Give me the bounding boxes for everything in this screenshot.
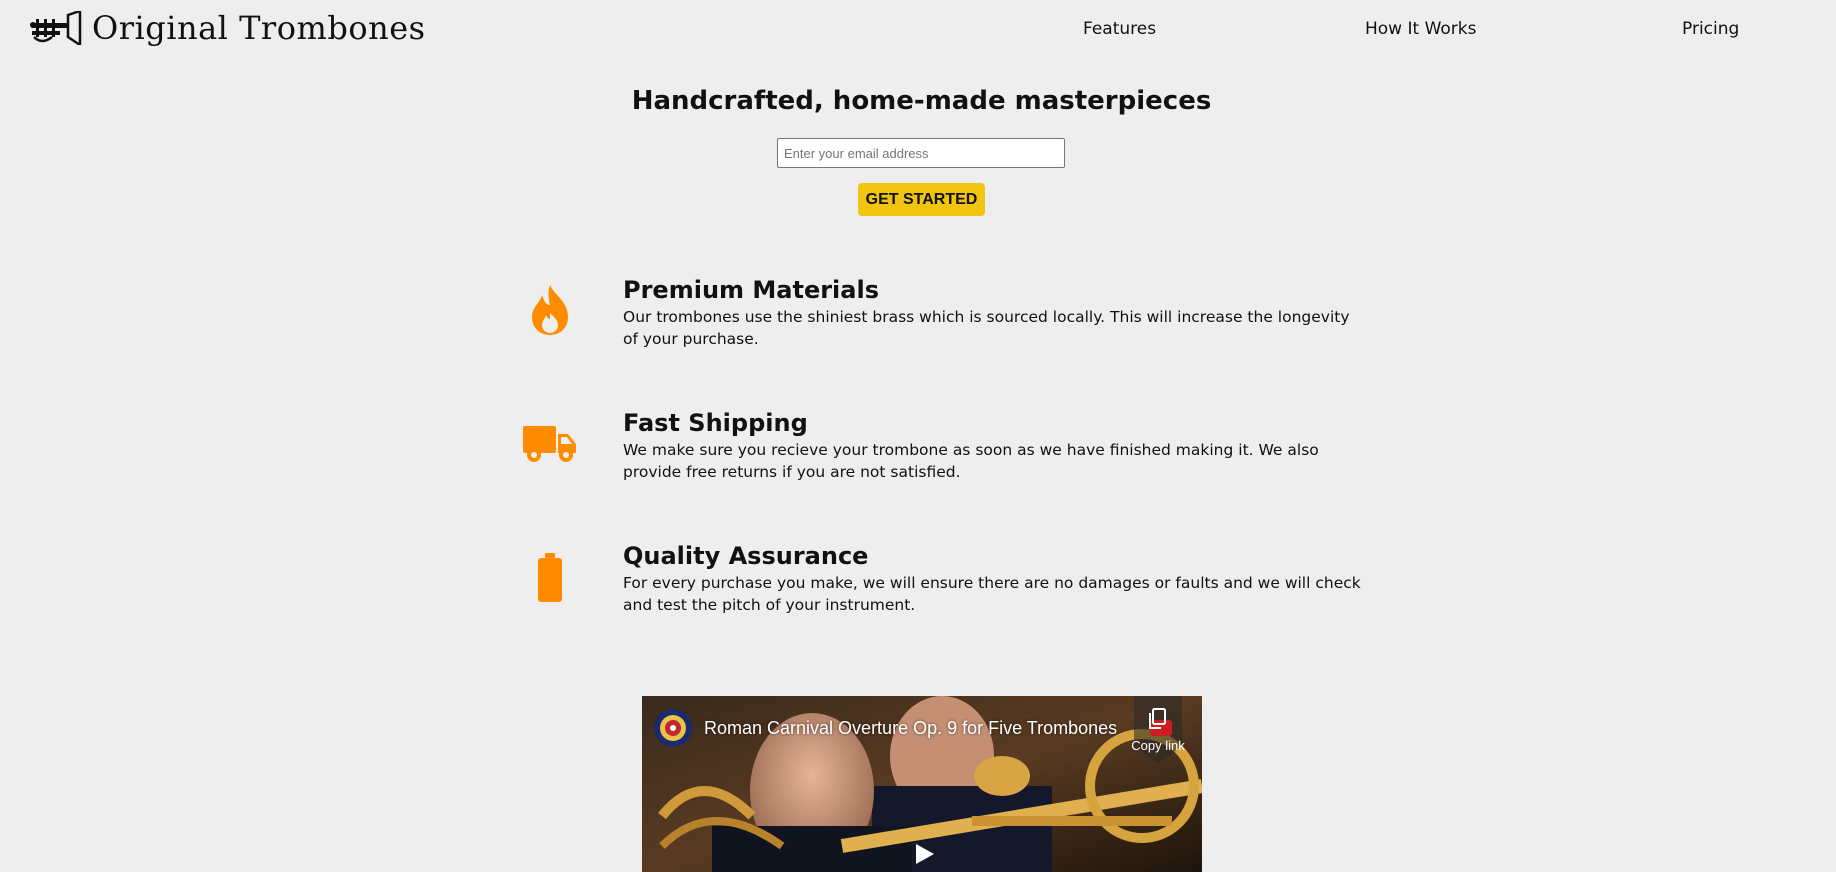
video-title[interactable]: Roman Carnival Overture Op. 9 for Five T… [704,718,1117,739]
logo-text: Original Trombones [92,9,426,47]
copy-link-label: Copy link [1131,738,1185,753]
site-header: Original Trombones Features How It Works… [0,0,1836,60]
battery-icon [520,548,580,608]
feature-title: Fast Shipping [623,409,808,437]
feature-description: Our trombones use the shiniest brass whi… [623,308,1350,348]
video-embed[interactable]: Roman Carnival Overture Op. 9 for Five T… [642,696,1202,872]
copy-icon [1147,708,1167,734]
logo[interactable]: Original Trombones [30,8,426,48]
fire-icon [520,280,580,340]
hero-title: Handcrafted, home-made masterpieces [631,86,1212,116]
trombone-icon [30,11,82,45]
truck-icon [520,414,580,474]
channel-avatar[interactable] [654,709,692,747]
copy-link-button[interactable]: Copy link [1131,696,1185,764]
email-input[interactable] [777,138,1065,168]
feature-description: For every purchase you make, we will ens… [623,574,1361,614]
get-started-button[interactable]: GET STARTED [858,183,985,216]
play-icon[interactable] [912,842,936,866]
feature-description: We make sure you recieve your trombone a… [623,441,1319,481]
nav-link-how-it-works[interactable]: How It Works [1365,19,1476,39]
nav-link-pricing[interactable]: Pricing [1682,19,1739,39]
nav-link-features[interactable]: Features [1083,19,1156,39]
feature-title: Quality Assurance [623,542,869,570]
feature-title: Premium Materials [623,276,879,304]
